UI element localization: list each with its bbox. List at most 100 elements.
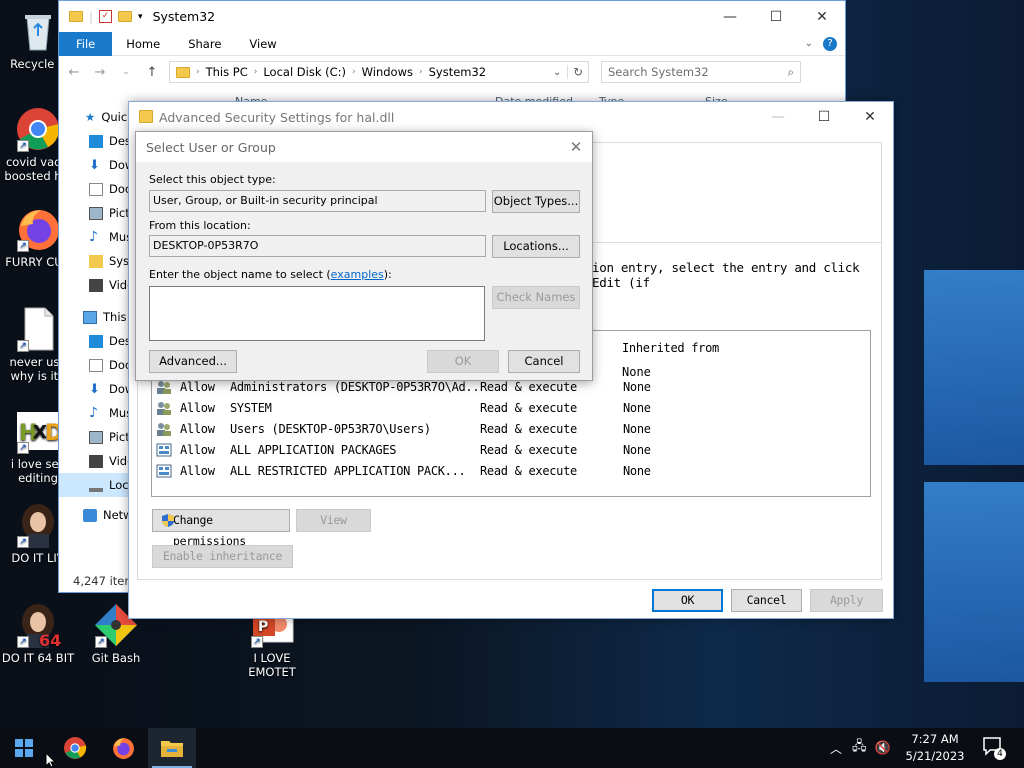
refresh-icon[interactable]: ↻ — [567, 65, 588, 79]
table-row[interactable]: Allow SYSTEM Read & execute None — [156, 397, 866, 418]
taskbar-chrome[interactable] — [51, 728, 99, 768]
nav-pc-music[interactable]: ♪ Mus — [59, 401, 139, 425]
select-user-titlebar[interactable]: Select User or Group ✕ — [136, 132, 592, 162]
nav-pc-pictures[interactable]: Pictu — [59, 425, 139, 449]
close-icon[interactable]: ✕ — [560, 138, 592, 156]
chevron-up-icon[interactable]: ︿ — [830, 740, 842, 757]
search-icon[interactable]: ⌕ — [788, 65, 800, 80]
nav-pc-videos[interactable]: Vide — [59, 449, 139, 473]
nav-this-pc[interactable]: This P — [59, 305, 139, 329]
minimize-icon[interactable]: — — [755, 109, 801, 125]
nav-item-desktop[interactable]: Desk — [59, 129, 139, 153]
taskbar-firefox[interactable] — [99, 728, 147, 768]
start-button[interactable] — [0, 728, 48, 768]
entry-access: Read & execute — [480, 442, 577, 457]
advanced-security-titlebar[interactable]: Advanced Security Settings for hal.dll —… — [129, 102, 893, 132]
breadcrumb-local-disk[interactable]: Local Disk (C:) — [263, 65, 346, 79]
column-header-inherited-from[interactable]: Inherited from — [622, 341, 719, 355]
back-arrow-icon[interactable]: ← — [65, 65, 83, 80]
advanced-button[interactable]: Advanced... — [149, 350, 237, 373]
music-note-icon: ♪ — [89, 228, 98, 245]
breadcrumb-this-pc[interactable]: This PC — [206, 65, 248, 79]
expand-ribbon-icon[interactable]: ⌄ — [805, 38, 813, 49]
recent-dropdown-icon[interactable]: ⌄ — [117, 67, 135, 77]
nav-network[interactable]: Netw — [59, 503, 139, 527]
folder-icon — [89, 254, 103, 268]
nav-item-pictures[interactable]: Pictu — [59, 201, 139, 225]
nav-item-music[interactable]: ♪ Mus — [59, 225, 139, 249]
ribbon-tabs: File Home Share View ⌄ ? — [59, 31, 845, 56]
entry-principal: Users (DESKTOP-0P53R7O\Users) — [230, 421, 431, 436]
enable-inheritance-button[interactable]: Enable inheritance — [152, 545, 293, 568]
check-names-button[interactable]: Check Names — [492, 286, 580, 309]
svg-text:P: P — [258, 619, 268, 635]
object-types-button[interactable]: Object Types... — [492, 190, 580, 213]
tab-home[interactable]: Home — [112, 32, 174, 56]
tab-share[interactable]: Share — [174, 32, 235, 56]
computer-icon — [83, 310, 97, 324]
properties-icon[interactable]: ✓ — [99, 10, 113, 23]
system-tray: ︿ 🖧 🔇 — [830, 728, 891, 768]
forward-arrow-icon[interactable]: → — [91, 65, 109, 80]
picture-icon — [89, 430, 103, 444]
windows-logo-icon — [15, 739, 33, 757]
close-icon[interactable]: ✕ — [799, 9, 845, 25]
tab-view[interactable]: View — [235, 32, 290, 56]
nav-pc-documents[interactable]: Doc — [59, 353, 139, 377]
nav-item-downloads[interactable]: ⬇ Dow — [59, 153, 139, 177]
ok-button[interactable]: OK — [427, 350, 499, 373]
minimize-icon[interactable]: — — [707, 9, 753, 25]
help-icon[interactable]: ? — [823, 36, 837, 51]
explorer-titlebar[interactable]: | ✓ ▾ System32 — ☐ ✕ — [59, 1, 845, 32]
desktop-icon-label: Git Bash — [91, 651, 141, 665]
portrait-64-icon: 64 ↗ — [15, 602, 61, 650]
nav-pc-desktop[interactable]: Desk — [59, 329, 139, 353]
cancel-button[interactable]: Cancel — [508, 350, 580, 373]
table-row[interactable]: Allow ALL APPLICATION PACKAGES Read & ex… — [156, 439, 866, 460]
firefox-icon — [113, 738, 134, 759]
maximize-icon[interactable]: ☐ — [753, 9, 799, 25]
nav-item-videos[interactable]: Vide — [59, 273, 139, 297]
ok-button[interactable]: OK — [652, 589, 723, 612]
tab-file[interactable]: File — [59, 31, 113, 56]
taskbar-file-explorer[interactable] — [148, 728, 196, 768]
taskbar-clock[interactable]: 7:27 AM 5/21/2023 — [895, 731, 975, 765]
breadcrumb-windows[interactable]: Windows — [362, 65, 413, 79]
app-package-icon — [156, 443, 172, 457]
nav-item-documents[interactable]: Doc — [59, 177, 139, 201]
entry-access: Read & execute — [480, 379, 577, 394]
permissions-instruction: ion entry, select the entry and click Ed… — [592, 260, 860, 290]
address-dropdown-icon[interactable]: ⌄ — [553, 67, 561, 78]
shortcut-arrow-icon: ↗ — [251, 636, 263, 648]
maximize-icon[interactable]: ☐ — [801, 109, 847, 125]
cancel-button[interactable]: Cancel — [731, 589, 802, 612]
change-permissions-button[interactable]: Change permissions — [152, 509, 290, 548]
breadcrumb-separator-icon: › — [253, 67, 258, 77]
qat-dropdown-icon[interactable]: ▾ — [138, 12, 143, 22]
locations-button[interactable]: Locations... — [492, 235, 580, 258]
view-button[interactable]: View — [296, 509, 371, 532]
action-center-icon[interactable]: 4 — [982, 736, 1006, 760]
nav-quick-access[interactable]: ★ Quick — [59, 105, 139, 129]
speaker-muted-icon[interactable]: 🔇 — [875, 741, 891, 756]
breadcrumb-separator-icon: › — [196, 67, 200, 77]
network-icon[interactable]: 🖧 — [852, 737, 867, 759]
address-bar[interactable]: › This PC › Local Disk (C:) › Windows › … — [169, 61, 589, 83]
select-user-or-group-dialog[interactable]: Select User or Group ✕ Select this objec… — [135, 131, 593, 381]
nav-item-system32[interactable]: Syst — [59, 249, 139, 273]
new-folder-icon[interactable] — [118, 11, 133, 22]
desktop-icon-64bit-shortcut[interactable]: 64 ↗ DO IT 64 BIT — [0, 602, 76, 665]
nav-pc-local-disk[interactable]: Loca — [59, 473, 139, 497]
breadcrumb-system32[interactable]: System32 — [429, 65, 487, 79]
table-row[interactable]: Allow ALL RESTRICTED APPLICATION PACK...… — [156, 460, 866, 481]
close-icon[interactable]: ✕ — [847, 109, 893, 125]
shortcut-arrow-icon: ↗ — [17, 140, 29, 152]
apply-button[interactable]: Apply — [810, 589, 883, 612]
object-name-textarea[interactable] — [149, 286, 485, 341]
object-type-label: Select this object type: — [149, 173, 276, 186]
up-arrow-icon[interactable]: ↑ — [143, 65, 161, 80]
table-row[interactable]: Allow Users (DESKTOP-0P53R7O\Users) Read… — [156, 418, 866, 439]
search-input[interactable]: Search System32 ⌕ — [601, 61, 801, 83]
examples-link[interactable]: examples — [331, 268, 384, 281]
nav-pc-downloads[interactable]: ⬇ Dow — [59, 377, 139, 401]
